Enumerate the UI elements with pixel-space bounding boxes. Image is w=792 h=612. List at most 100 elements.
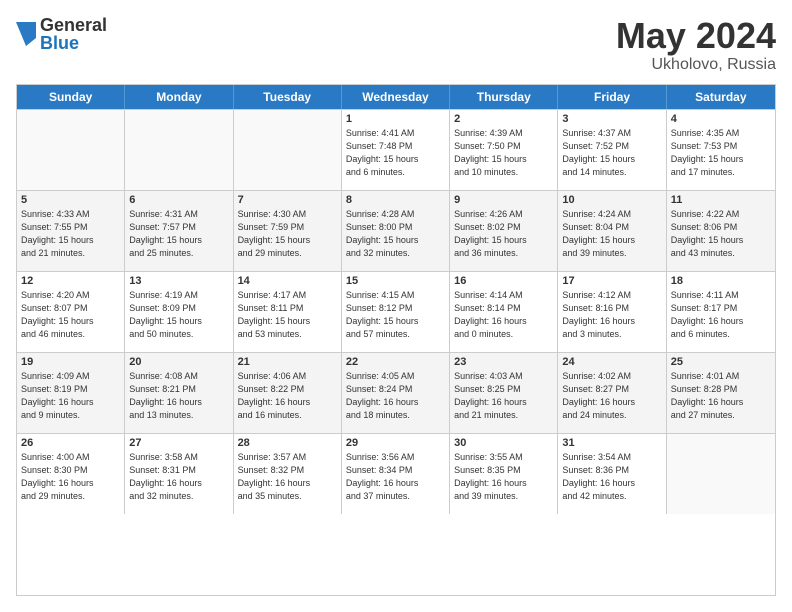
calendar-day-21: 21Sunrise: 4:06 AM Sunset: 8:22 PM Dayli… xyxy=(234,353,342,433)
day-info: Sunrise: 3:54 AM Sunset: 8:36 PM Dayligh… xyxy=(562,451,661,503)
day-number: 27 xyxy=(129,437,228,449)
day-number: 6 xyxy=(129,194,228,206)
calendar-day-16: 16Sunrise: 4:14 AM Sunset: 8:14 PM Dayli… xyxy=(450,272,558,352)
day-info: Sunrise: 3:56 AM Sunset: 8:34 PM Dayligh… xyxy=(346,451,445,503)
calendar-day-5: 5Sunrise: 4:33 AM Sunset: 7:55 PM Daylig… xyxy=(17,191,125,271)
day-of-week-saturday: Saturday xyxy=(667,85,775,109)
calendar-day-22: 22Sunrise: 4:05 AM Sunset: 8:24 PM Dayli… xyxy=(342,353,450,433)
calendar-row-3: 12 Sunrise: 4:20 AM Sunset: 8:07 PM Dayli… xyxy=(17,271,775,352)
day-number: 26 xyxy=(21,437,120,449)
day-info: Sunrise: 4:01 AM Sunset: 8:28 PM Dayligh… xyxy=(671,370,771,422)
day-number: 10 xyxy=(562,194,661,206)
calendar-day-7: 7 Sunrise: 4:30 AM Sunset: 7:59 PM Daylig… xyxy=(234,191,342,271)
day-info: Sunrise: 4:09 AM Sunset: 8:19 PM Dayligh… xyxy=(21,370,120,422)
day-info: Sunrise: 4:15 AM Sunset: 8:12 PM Dayligh… xyxy=(346,289,445,341)
day-number: 17 xyxy=(562,275,661,287)
calendar-empty-cell xyxy=(234,110,342,190)
day-info: Sunrise: 4:08 AM Sunset: 8:21 PM Dayligh… xyxy=(129,370,228,422)
logo: General Blue xyxy=(16,16,107,52)
calendar-day-24: 24Sunrise: 4:02 AM Sunset: 8:27 PM Dayli… xyxy=(558,353,666,433)
day-number: 2 xyxy=(454,113,553,125)
day-info: Sunrise: 4:41 AM Sunset: 7:48 PM Dayligh… xyxy=(346,127,445,179)
day-info: Sunrise: 4:26 AM Sunset: 8:02 PM Dayligh… xyxy=(454,208,553,260)
calendar-day-25: 25 Sunrise: 4:01 AM Sunset: 8:28 PM Dayli… xyxy=(667,353,775,433)
calendar-day-13: 13Sunrise: 4:19 AM Sunset: 8:09 PM Dayli… xyxy=(125,272,233,352)
month-title: May 2024 xyxy=(616,16,776,56)
day-number: 12 xyxy=(21,275,120,287)
calendar-row-2: 5Sunrise: 4:33 AM Sunset: 7:55 PM Daylig… xyxy=(17,190,775,271)
calendar-day-15: 15Sunrise: 4:15 AM Sunset: 8:12 PM Dayli… xyxy=(342,272,450,352)
logo-general: General xyxy=(40,16,107,34)
day-info: Sunrise: 4:12 AM Sunset: 8:16 PM Dayligh… xyxy=(562,289,661,341)
day-number: 4 xyxy=(671,113,771,125)
calendar-day-26: 26 Sunrise: 4:00 AM Sunset: 8:30 PM Dayli… xyxy=(17,434,125,514)
day-number: 30 xyxy=(454,437,553,449)
calendar-day-17: 17 Sunrise: 4:12 AM Sunset: 8:16 PM Dayli… xyxy=(558,272,666,352)
calendar-day-14: 14 Sunrise: 4:17 AM Sunset: 8:11 PM Dayli… xyxy=(234,272,342,352)
day-number: 14 xyxy=(238,275,337,287)
calendar-day-10: 10Sunrise: 4:24 AM Sunset: 8:04 PM Dayli… xyxy=(558,191,666,271)
calendar-empty-cell xyxy=(17,110,125,190)
day-of-week-thursday: Thursday xyxy=(450,85,558,109)
logo-icon xyxy=(16,22,36,46)
calendar-empty-cell xyxy=(125,110,233,190)
calendar-day-11: 11 Sunrise: 4:22 AM Sunset: 8:06 PM Dayli… xyxy=(667,191,775,271)
calendar-row-4: 19 Sunrise: 4:09 AM Sunset: 8:19 PM Dayli… xyxy=(17,352,775,433)
day-of-week-monday: Monday xyxy=(125,85,233,109)
day-info: Sunrise: 4:02 AM Sunset: 8:27 PM Dayligh… xyxy=(562,370,661,422)
day-number: 1 xyxy=(346,113,445,125)
day-info: Sunrise: 4:22 AM Sunset: 8:06 PM Dayligh… xyxy=(671,208,771,260)
calendar-day-30: 30Sunrise: 3:55 AM Sunset: 8:35 PM Dayli… xyxy=(450,434,558,514)
day-of-week-tuesday: Tuesday xyxy=(234,85,342,109)
day-info: Sunrise: 4:35 AM Sunset: 7:53 PM Dayligh… xyxy=(671,127,771,179)
day-info: Sunrise: 4:19 AM Sunset: 8:09 PM Dayligh… xyxy=(129,289,228,341)
day-of-week-friday: Friday xyxy=(558,85,666,109)
day-info: Sunrise: 4:31 AM Sunset: 7:57 PM Dayligh… xyxy=(129,208,228,260)
day-info: Sunrise: 4:17 AM Sunset: 8:11 PM Dayligh… xyxy=(238,289,337,341)
page: General Blue May 2024 Ukholovo, Russia S… xyxy=(0,0,792,612)
calendar-day-6: 6 Sunrise: 4:31 AM Sunset: 7:57 PM Daylig… xyxy=(125,191,233,271)
calendar-day-27: 27 Sunrise: 3:58 AM Sunset: 8:31 PM Dayli… xyxy=(125,434,233,514)
day-info: Sunrise: 4:11 AM Sunset: 8:17 PM Dayligh… xyxy=(671,289,771,341)
calendar-day-1: 1 Sunrise: 4:41 AM Sunset: 7:48 PM Daylig… xyxy=(342,110,450,190)
day-number: 23 xyxy=(454,356,553,368)
day-number: 3 xyxy=(562,113,661,125)
calendar-row-1: 1 Sunrise: 4:41 AM Sunset: 7:48 PM Daylig… xyxy=(17,109,775,190)
calendar-day-18: 18 Sunrise: 4:11 AM Sunset: 8:17 PM Dayli… xyxy=(667,272,775,352)
calendar-day-29: 29Sunrise: 3:56 AM Sunset: 8:34 PM Dayli… xyxy=(342,434,450,514)
day-info: Sunrise: 4:06 AM Sunset: 8:22 PM Dayligh… xyxy=(238,370,337,422)
header: General Blue May 2024 Ukholovo, Russia xyxy=(16,16,776,74)
logo-blue: Blue xyxy=(40,34,107,52)
day-number: 28 xyxy=(238,437,337,449)
day-number: 8 xyxy=(346,194,445,206)
day-info: Sunrise: 4:00 AM Sunset: 8:30 PM Dayligh… xyxy=(21,451,120,503)
day-number: 31 xyxy=(562,437,661,449)
calendar-day-3: 3 Sunrise: 4:37 AM Sunset: 7:52 PM Daylig… xyxy=(558,110,666,190)
day-number: 20 xyxy=(129,356,228,368)
day-number: 7 xyxy=(238,194,337,206)
day-info: Sunrise: 4:28 AM Sunset: 8:00 PM Dayligh… xyxy=(346,208,445,260)
calendar-header: SundayMondayTuesdayWednesdayThursdayFrid… xyxy=(17,85,775,109)
calendar-day-12: 12 Sunrise: 4:20 AM Sunset: 8:07 PM Dayli… xyxy=(17,272,125,352)
day-number: 25 xyxy=(671,356,771,368)
day-of-week-sunday: Sunday xyxy=(17,85,125,109)
calendar-empty-cell xyxy=(667,434,775,514)
calendar-day-4: 4 Sunrise: 4:35 AM Sunset: 7:53 PM Daylig… xyxy=(667,110,775,190)
day-number: 9 xyxy=(454,194,553,206)
day-info: Sunrise: 4:30 AM Sunset: 7:59 PM Dayligh… xyxy=(238,208,337,260)
day-number: 19 xyxy=(21,356,120,368)
day-info: Sunrise: 4:20 AM Sunset: 8:07 PM Dayligh… xyxy=(21,289,120,341)
day-info: Sunrise: 3:58 AM Sunset: 8:31 PM Dayligh… xyxy=(129,451,228,503)
calendar-body: 1 Sunrise: 4:41 AM Sunset: 7:48 PM Daylig… xyxy=(17,109,775,514)
calendar-day-2: 2Sunrise: 4:39 AM Sunset: 7:50 PM Daylig… xyxy=(450,110,558,190)
day-info: Sunrise: 4:37 AM Sunset: 7:52 PM Dayligh… xyxy=(562,127,661,179)
calendar-day-9: 9 Sunrise: 4:26 AM Sunset: 8:02 PM Daylig… xyxy=(450,191,558,271)
calendar-day-8: 8 Sunrise: 4:28 AM Sunset: 8:00 PM Daylig… xyxy=(342,191,450,271)
calendar-row-5: 26 Sunrise: 4:00 AM Sunset: 8:30 PM Dayli… xyxy=(17,433,775,514)
calendar-day-31: 31 Sunrise: 3:54 AM Sunset: 8:36 PM Dayli… xyxy=(558,434,666,514)
calendar: SundayMondayTuesdayWednesdayThursdayFrid… xyxy=(16,84,776,596)
day-number: 18 xyxy=(671,275,771,287)
calendar-day-23: 23Sunrise: 4:03 AM Sunset: 8:25 PM Dayli… xyxy=(450,353,558,433)
day-number: 11 xyxy=(671,194,771,206)
logo-text: General Blue xyxy=(40,16,107,52)
